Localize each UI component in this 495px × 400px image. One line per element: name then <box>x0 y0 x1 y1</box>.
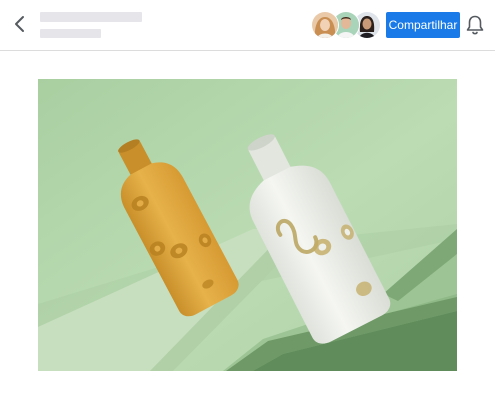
top-bar: Compartilhar <box>0 0 495 51</box>
image-preview[interactable] <box>38 79 457 371</box>
document-title-placeholder <box>40 12 142 22</box>
collaborator-avatars <box>311 11 381 39</box>
product-photo <box>38 79 457 371</box>
bell-icon <box>466 15 484 35</box>
back-button[interactable] <box>10 12 30 36</box>
share-button[interactable]: Compartilhar <box>386 12 460 38</box>
notifications-button[interactable] <box>465 14 485 36</box>
document-subtitle-placeholder <box>40 29 101 38</box>
chevron-left-icon <box>15 16 24 32</box>
collaborator-avatar-1[interactable] <box>311 11 339 39</box>
